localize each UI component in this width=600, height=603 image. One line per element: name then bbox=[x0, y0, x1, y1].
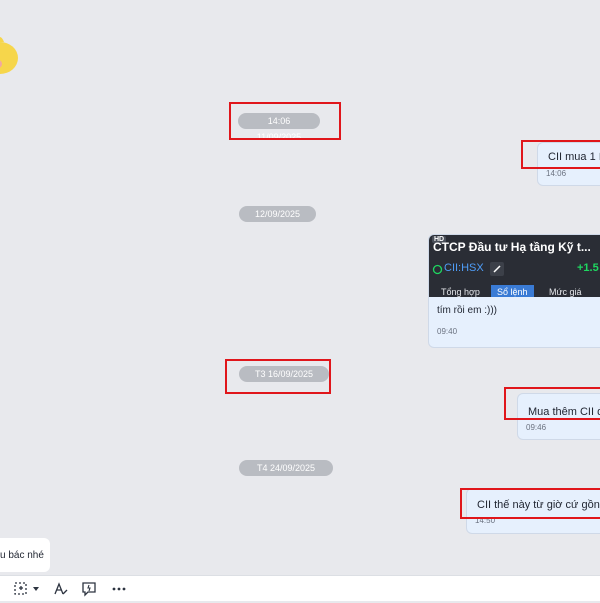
refresh-icon bbox=[432, 264, 443, 275]
message-time: 14:06 bbox=[546, 169, 567, 178]
stock-card-message[interactable]: HD CTCP Đầu tư Hạ tầng Kỹ t... CII:HSX +… bbox=[428, 234, 600, 348]
tab-so-lenh[interactable]: Sổ lệnh bbox=[491, 285, 534, 297]
date-separator: T4 24/09/2025 bbox=[239, 460, 333, 476]
stock-card-header: HD CTCP Đầu tư Hạ tầng Kỹ t... CII:HSX +… bbox=[429, 235, 600, 297]
ticker-symbol[interactable]: CII:HSX bbox=[444, 262, 484, 274]
more-icon bbox=[112, 587, 126, 591]
message-time: 09:46 bbox=[526, 423, 547, 432]
quick-message-button[interactable] bbox=[80, 580, 102, 598]
format-text-button[interactable] bbox=[52, 580, 74, 598]
highlight-box bbox=[229, 102, 341, 140]
screenshot-button[interactable] bbox=[12, 580, 42, 598]
reply-text: u bác nhé bbox=[0, 550, 44, 561]
mascot-sticker bbox=[0, 30, 18, 76]
stock-title: CTCP Đầu tư Hạ tầng Kỹ t... bbox=[433, 240, 591, 254]
highlight-box bbox=[504, 387, 600, 420]
chevron-down-icon[interactable] bbox=[32, 585, 40, 593]
date-separator: 12/09/2025 bbox=[239, 206, 316, 222]
more-options-button[interactable] bbox=[110, 580, 132, 598]
tab-muc-gia[interactable]: Mức giá bbox=[543, 285, 588, 297]
message-time: 09:40 bbox=[437, 327, 458, 336]
tab-tong-hop[interactable]: Tổng hợp bbox=[435, 285, 486, 297]
price-change: +1.5 bbox=[577, 262, 599, 274]
screenshot-icon bbox=[14, 582, 27, 595]
reply-preview[interactable]: u bác nhé bbox=[0, 538, 50, 572]
text-format-icon bbox=[54, 582, 68, 595]
message-text: tím rồi em :))) bbox=[437, 305, 497, 316]
edit-icon[interactable] bbox=[490, 262, 504, 276]
highlight-box bbox=[460, 488, 600, 519]
highlight-box bbox=[225, 359, 331, 394]
highlight-box bbox=[521, 140, 600, 169]
stock-tabs: Tổng hợp Sổ lệnh Mức giá bbox=[429, 285, 600, 297]
quick-message-icon bbox=[82, 582, 96, 597]
composer-toolbar bbox=[0, 575, 600, 601]
chat-area: 14:06 11/09/2025 CII mua 1 ít c 14:06 12… bbox=[0, 0, 600, 575]
